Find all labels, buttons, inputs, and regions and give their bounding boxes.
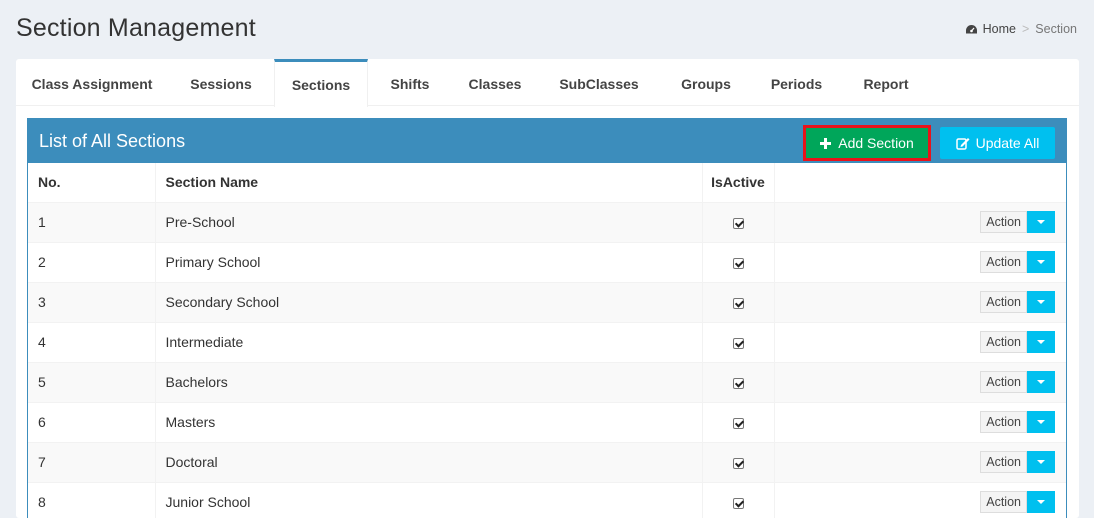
row-section-name: Bachelors <box>155 361 703 402</box>
page-title: Section Management <box>16 14 256 42</box>
action-button[interactable]: Action <box>980 251 1027 273</box>
isactive-checkbox[interactable] <box>732 337 744 349</box>
isactive-checkbox[interactable] <box>732 217 744 229</box>
tab-report[interactable]: Report <box>841 59 931 106</box>
edit-icon <box>955 137 970 150</box>
action-dropdown[interactable]: Action <box>980 331 1055 353</box>
breadcrumb-current: Section <box>1035 22 1077 36</box>
row-no: 7 <box>28 441 156 482</box>
sections-panel: List of All Sections Add Section Update … <box>27 118 1067 518</box>
table-row: 2 Primary School Action <box>28 241 1066 282</box>
header-action <box>774 163 1066 203</box>
tab-bar: Class Assignment Sessions Sections Shift… <box>16 59 1079 107</box>
page-header: Section Management Home > Section <box>0 0 1094 58</box>
action-dropdown[interactable]: Action <box>980 411 1055 433</box>
caret-down-icon <box>1037 420 1045 424</box>
table-row: 7 Doctoral Action <box>28 441 1066 482</box>
caret-down-icon <box>1037 500 1045 505</box>
action-caret-button[interactable] <box>1027 291 1055 313</box>
action-caret-button[interactable] <box>1027 331 1055 353</box>
table-row: 8 Junior School Action <box>28 481 1066 518</box>
tab-periods[interactable]: Periods <box>752 59 841 106</box>
action-caret-button[interactable] <box>1027 211 1055 233</box>
plus-icon <box>820 137 832 149</box>
table-row: 5 Bachelors Action <box>28 361 1066 402</box>
row-section-name: Intermediate <box>155 321 703 362</box>
caret-down-icon <box>1037 220 1045 224</box>
header-isactive: IsActive <box>702 163 775 203</box>
row-no: 3 <box>28 281 156 322</box>
tab-sections[interactable]: Sections <box>274 59 368 107</box>
caret-down-icon <box>1037 340 1045 344</box>
update-all-label: Update All <box>975 135 1040 151</box>
table-header-row: No. Section Name IsActive <box>28 163 1066 203</box>
action-dropdown[interactable]: Action <box>980 251 1055 273</box>
row-no: 2 <box>28 241 156 282</box>
table-row: 6 Masters Action <box>28 401 1066 442</box>
breadcrumb: Home > Section <box>965 22 1077 36</box>
update-all-button[interactable]: Update All <box>940 127 1055 159</box>
row-section-name: Primary School <box>155 241 703 282</box>
action-button[interactable]: Action <box>980 371 1027 393</box>
action-dropdown[interactable]: Action <box>980 371 1055 393</box>
isactive-checkbox[interactable] <box>732 377 744 389</box>
isactive-checkbox[interactable] <box>732 257 744 269</box>
action-button[interactable]: Action <box>980 331 1027 353</box>
action-caret-button[interactable] <box>1027 251 1055 273</box>
add-section-button[interactable]: Add Section <box>803 125 931 161</box>
tab-subclasses[interactable]: SubClasses <box>538 59 660 106</box>
panel-header: List of All Sections Add Section Update … <box>28 119 1066 163</box>
row-section-name: Pre-School <box>155 201 703 242</box>
row-section-name: Junior School <box>155 481 703 518</box>
row-section-name: Doctoral <box>155 441 703 482</box>
tab-sessions[interactable]: Sessions <box>168 59 274 106</box>
action-caret-button[interactable] <box>1027 371 1055 393</box>
tab-classes[interactable]: Classes <box>452 59 538 106</box>
row-section-name: Secondary School <box>155 281 703 322</box>
row-no: 8 <box>28 481 156 518</box>
table-row: 1 Pre-School Action <box>28 201 1066 242</box>
action-button[interactable]: Action <box>980 411 1027 433</box>
row-no: 1 <box>28 201 156 242</box>
table-row: 3 Secondary School Action <box>28 281 1066 322</box>
caret-down-icon <box>1037 300 1045 304</box>
action-dropdown[interactable]: Action <box>980 211 1055 233</box>
action-dropdown[interactable]: Action <box>980 491 1055 514</box>
caret-down-icon <box>1037 460 1045 464</box>
table-row: 4 Intermediate Action <box>28 321 1066 362</box>
tab-shifts[interactable]: Shifts <box>368 59 452 106</box>
sections-table: No. Section Name IsActive 1 Pre-School A… <box>28 163 1066 518</box>
panel-title: List of All Sections <box>39 131 186 151</box>
isactive-checkbox[interactable] <box>732 457 744 469</box>
caret-down-icon <box>1037 380 1045 384</box>
action-button[interactable]: Action <box>980 291 1027 313</box>
row-no: 4 <box>28 321 156 362</box>
action-caret-button[interactable] <box>1027 491 1055 514</box>
caret-down-icon <box>1037 260 1045 264</box>
header-section-name: Section Name <box>155 163 703 203</box>
breadcrumb-home-link[interactable]: Home <box>965 22 1016 36</box>
row-no: 5 <box>28 361 156 402</box>
tab-class-assignment[interactable]: Class Assignment <box>16 59 168 106</box>
action-button[interactable]: Action <box>980 451 1027 473</box>
isactive-checkbox[interactable] <box>732 498 744 510</box>
action-button[interactable]: Action <box>980 211 1027 233</box>
isactive-checkbox[interactable] <box>732 417 744 429</box>
add-section-label: Add Section <box>838 135 914 151</box>
dashboard-icon <box>965 24 977 33</box>
action-caret-button[interactable] <box>1027 411 1055 433</box>
breadcrumb-home-label: Home <box>982 22 1016 36</box>
tab-groups[interactable]: Groups <box>660 59 752 106</box>
isactive-checkbox[interactable] <box>732 297 744 309</box>
action-button[interactable]: Action <box>980 491 1027 514</box>
row-no: 6 <box>28 401 156 442</box>
breadcrumb-separator: > <box>1021 22 1030 36</box>
action-dropdown[interactable]: Action <box>980 451 1055 473</box>
header-no: No. <box>28 163 156 203</box>
action-dropdown[interactable]: Action <box>980 291 1055 313</box>
row-section-name: Masters <box>155 401 703 442</box>
action-caret-button[interactable] <box>1027 451 1055 473</box>
